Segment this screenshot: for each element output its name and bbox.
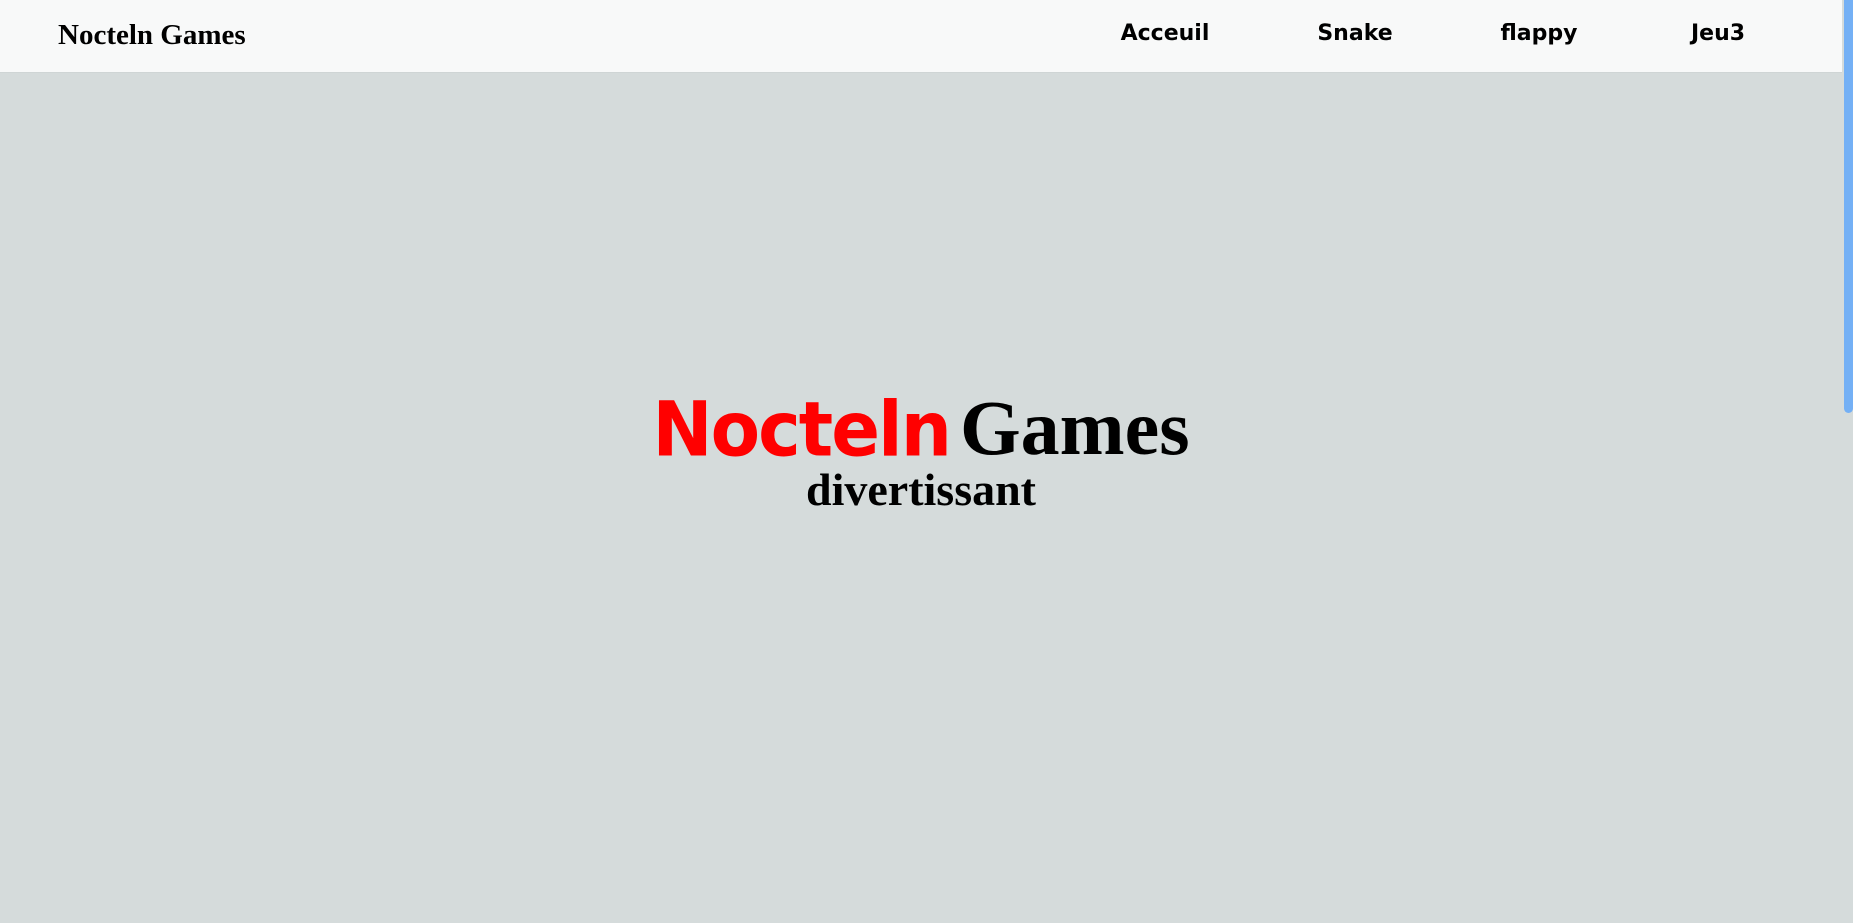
- hero-title-rest: Games: [959, 384, 1190, 471]
- hero-section: Nocteln Games divertissant: [0, 385, 1842, 517]
- hero-title: Nocteln Games: [0, 384, 1842, 474]
- nav-link-jeu3[interactable]: Jeu3: [1691, 19, 1745, 49]
- top-navbar: Nocteln Games Acceuil Snake flappy Jeu3: [0, 0, 1842, 73]
- hero-title-highlight: Nocteln: [652, 384, 952, 474]
- scrollbar-track[interactable]: [1842, 0, 1853, 923]
- nav-link-acceuil[interactable]: Acceuil: [1121, 19, 1210, 49]
- scrollbar-thumb[interactable]: [1844, 0, 1853, 413]
- nav-link-snake[interactable]: Snake: [1317, 19, 1392, 49]
- nav-link-flappy[interactable]: flappy: [1501, 19, 1578, 49]
- brand-logo-text[interactable]: Nocteln Games: [58, 17, 246, 53]
